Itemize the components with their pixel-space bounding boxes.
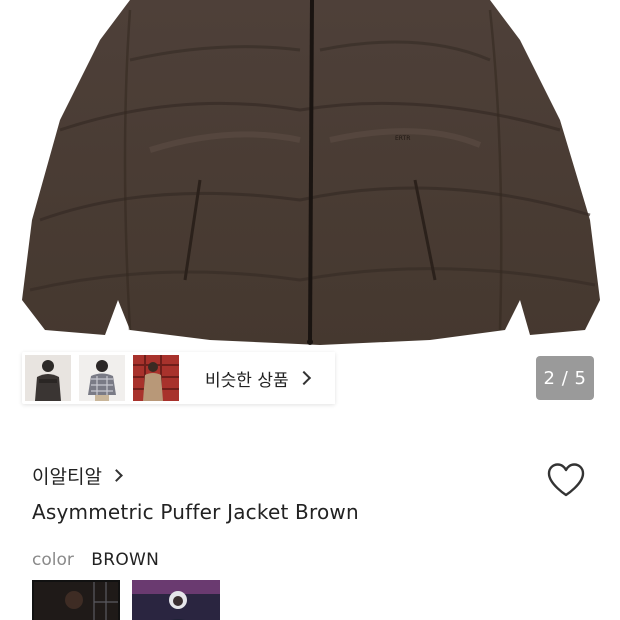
similar-products-label: 비슷한 상품 xyxy=(205,370,289,391)
thumbnail-3[interactable] xyxy=(133,355,179,401)
svg-text:ERTR: ERTR xyxy=(395,135,410,142)
image-page-counter: 2 / 5 xyxy=(536,356,594,400)
brand-name: 이알티알 xyxy=(32,466,102,488)
puffer-jacket-photo: ERTR xyxy=(22,0,600,345)
color-swatches xyxy=(32,580,232,620)
color-value: BROWN xyxy=(91,550,160,570)
thumbnail-image xyxy=(79,355,125,401)
swatch-image xyxy=(34,582,118,620)
heart-outline-icon xyxy=(547,463,585,497)
color-swatch-navy[interactable] xyxy=(132,580,220,620)
thumbnail-strip: 비슷한 상품 xyxy=(22,352,335,404)
chevron-right-icon xyxy=(110,469,123,482)
product-main-image[interactable]: ERTR xyxy=(0,0,620,352)
thumbnail-image xyxy=(133,355,179,401)
product-detail-page: ERTR 비슷한 상품 2 / 5 이알티알 Asymmetric Puffer… xyxy=(0,0,620,620)
product-title: Asymmetric Puffer Jacket Brown xyxy=(32,500,359,524)
similar-products-button[interactable]: 비슷한 상품 xyxy=(187,352,335,404)
thumbnail-1[interactable] xyxy=(25,355,71,401)
thumbnail-2[interactable] xyxy=(79,355,125,401)
wishlist-button[interactable] xyxy=(546,462,586,498)
thumbnail-image xyxy=(25,355,71,401)
color-label: color xyxy=(32,550,74,570)
color-selection-row: color BROWN xyxy=(32,550,159,570)
color-swatch-brown[interactable] xyxy=(32,580,120,620)
brand-link[interactable]: 이알티알 xyxy=(32,462,123,489)
chevron-right-icon xyxy=(296,370,311,386)
swatch-image xyxy=(132,580,220,620)
